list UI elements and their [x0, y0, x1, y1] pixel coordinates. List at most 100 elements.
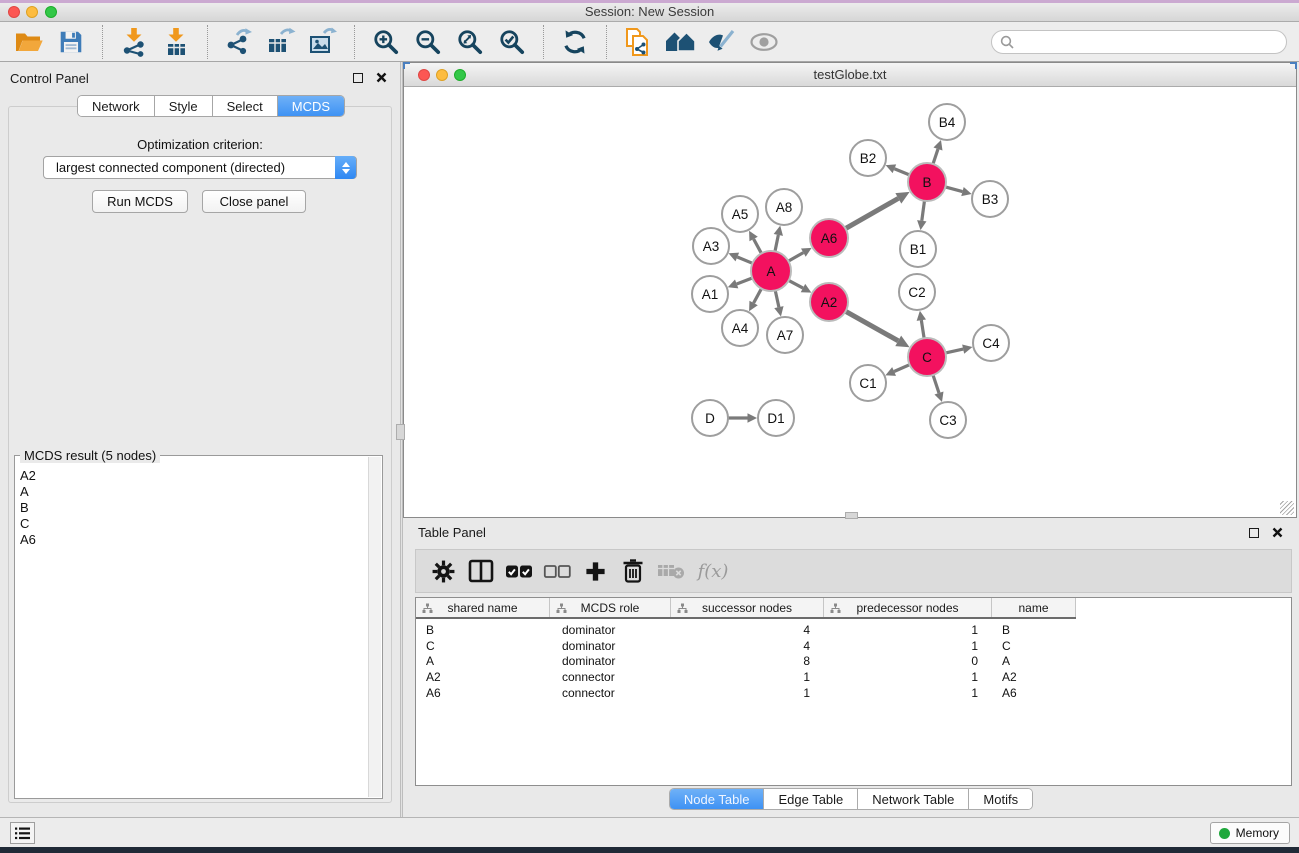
refresh-icon[interactable]: [559, 25, 591, 59]
table-cell[interactable]: 4: [671, 623, 824, 637]
graph-edge-A6-B[interactable]: [845, 198, 898, 228]
network-graph[interactable]: B4B2BB3A8A5A6A3B1AC2A1A2A4A7C4CC1DC3D1: [404, 88, 1296, 517]
graph-edge-B-B1[interactable]: [922, 201, 925, 221]
tab-mcds[interactable]: MCDS: [277, 96, 344, 116]
close-panel-button[interactable]: Close panel: [202, 190, 306, 213]
graph-node-C3[interactable]: C3: [930, 402, 966, 438]
show-columns-icon[interactable]: [466, 555, 496, 587]
settings-gear-icon[interactable]: [428, 555, 458, 587]
graphics-details-icon[interactable]: [706, 25, 738, 59]
graph-edge-B-B3[interactable]: [945, 187, 962, 192]
add-row-icon[interactable]: [580, 555, 610, 587]
export-image-icon[interactable]: [307, 25, 339, 59]
graph-node-A6[interactable]: A6: [810, 219, 848, 257]
mcds-result-item[interactable]: C: [20, 516, 368, 532]
tab-style[interactable]: Style: [154, 96, 212, 116]
run-mcds-button[interactable]: Run MCDS: [92, 190, 188, 213]
table-cell[interactable]: B: [992, 623, 1076, 637]
graph-edge-A-A3[interactable]: [737, 257, 752, 263]
close-panel-icon[interactable]: [376, 72, 387, 83]
table-row[interactable]: A2connector11A2: [416, 669, 1291, 685]
zoom-in-icon[interactable]: [370, 25, 402, 59]
minimize-window-button[interactable]: [26, 6, 38, 18]
table-cell[interactable]: 1: [671, 670, 824, 684]
graph-edge-A-A2[interactable]: [789, 280, 803, 288]
graph-edge-C-C2[interactable]: [921, 320, 924, 338]
table-row[interactable]: Bdominator41B: [416, 622, 1291, 638]
mcds-result-item[interactable]: B: [20, 500, 368, 516]
graph-node-C[interactable]: C: [908, 338, 946, 376]
column-header-mcds-role[interactable]: MCDS role: [550, 598, 671, 617]
column-header-shared-name[interactable]: shared name: [416, 598, 550, 617]
close-window-button[interactable]: [8, 6, 20, 18]
graph-node-D1[interactable]: D1: [758, 400, 794, 436]
graph-edge-C-C3[interactable]: [933, 375, 939, 393]
column-header-name[interactable]: name: [992, 598, 1076, 617]
table-cell[interactable]: A2: [992, 670, 1076, 684]
graph-edge-A-A8[interactable]: [775, 235, 778, 251]
graph-edge-A-A7[interactable]: [775, 291, 779, 308]
deselect-checkboxes-icon[interactable]: [542, 555, 572, 587]
dropdown-stepper-icon[interactable]: [335, 156, 356, 179]
horizontal-splitter-handle[interactable]: [845, 512, 858, 519]
table-cell[interactable]: A2: [416, 670, 550, 684]
open-file-icon[interactable]: [13, 25, 45, 59]
network-zoom-button[interactable]: [454, 69, 466, 81]
column-header-predecessor-nodes[interactable]: predecessor nodes: [824, 598, 992, 617]
close-table-panel-icon[interactable]: [1272, 527, 1283, 538]
import-table-icon[interactable]: [160, 25, 192, 59]
graph-edge-C-C4[interactable]: [946, 349, 964, 353]
table-cell[interactable]: 1: [824, 623, 992, 637]
mcds-result-item[interactable]: A: [20, 484, 368, 500]
houses-icon[interactable]: [664, 25, 696, 59]
memory-button[interactable]: Memory: [1210, 822, 1290, 844]
table-cell[interactable]: A: [992, 654, 1076, 668]
resize-grip-icon[interactable]: [1280, 501, 1294, 515]
table-cell[interactable]: 1: [671, 686, 824, 700]
float-table-panel-icon[interactable]: [1249, 528, 1259, 538]
table-cell[interactable]: 1: [824, 686, 992, 700]
table-cell[interactable]: B: [416, 623, 550, 637]
save-session-icon[interactable]: [55, 25, 87, 59]
table-cell[interactable]: C: [416, 639, 550, 653]
graph-edge-B-B2[interactable]: [894, 169, 909, 175]
graph-node-A7[interactable]: A7: [767, 317, 803, 353]
graph-edge-A-A5[interactable]: [754, 239, 762, 253]
graph-edge-A-A4[interactable]: [754, 289, 762, 303]
mcds-result-item[interactable]: A2: [20, 468, 368, 484]
mcds-result-item[interactable]: A6: [20, 532, 368, 548]
graph-node-C4[interactable]: C4: [973, 325, 1009, 361]
zoom-out-icon[interactable]: [412, 25, 444, 59]
table-cell[interactable]: 8: [671, 654, 824, 668]
table-cell[interactable]: 4: [671, 639, 824, 653]
graph-edge-A-A1[interactable]: [737, 278, 753, 284]
table-cell[interactable]: connector: [550, 670, 671, 684]
graph-node-A1[interactable]: A1: [692, 276, 728, 312]
graph-edge-C-C1[interactable]: [894, 365, 910, 372]
graph-node-B2[interactable]: B2: [850, 140, 886, 176]
table-cell[interactable]: A6: [416, 686, 550, 700]
optimization-criterion-dropdown[interactable]: largest connected component (directed): [43, 156, 357, 179]
table-cell[interactable]: dominator: [550, 623, 671, 637]
table-row[interactable]: Cdominator41C: [416, 638, 1291, 654]
table-cell[interactable]: connector: [550, 686, 671, 700]
import-network-icon[interactable]: [118, 25, 150, 59]
table-cell[interactable]: dominator: [550, 654, 671, 668]
graph-node-B1[interactable]: B1: [900, 231, 936, 267]
graph-node-A5[interactable]: A5: [722, 196, 758, 232]
tab-network[interactable]: Network: [78, 96, 154, 116]
table-row[interactable]: Adominator80A: [416, 653, 1291, 669]
graph-node-D[interactable]: D: [692, 400, 728, 436]
graph-node-A[interactable]: A: [751, 251, 791, 291]
tab-node-table[interactable]: Node Table: [670, 789, 764, 809]
table-row[interactable]: A6connector11A6: [416, 685, 1291, 701]
table-cell[interactable]: 0: [824, 654, 992, 668]
table-cell[interactable]: A6: [992, 686, 1076, 700]
zoom-window-button[interactable]: [45, 6, 57, 18]
table-cell[interactable]: dominator: [550, 639, 671, 653]
tab-edge-table[interactable]: Edge Table: [763, 789, 857, 809]
export-network-icon[interactable]: [223, 25, 255, 59]
table-cell[interactable]: 1: [824, 639, 992, 653]
search-input[interactable]: [991, 30, 1287, 54]
clone-network-icon[interactable]: [622, 25, 654, 59]
